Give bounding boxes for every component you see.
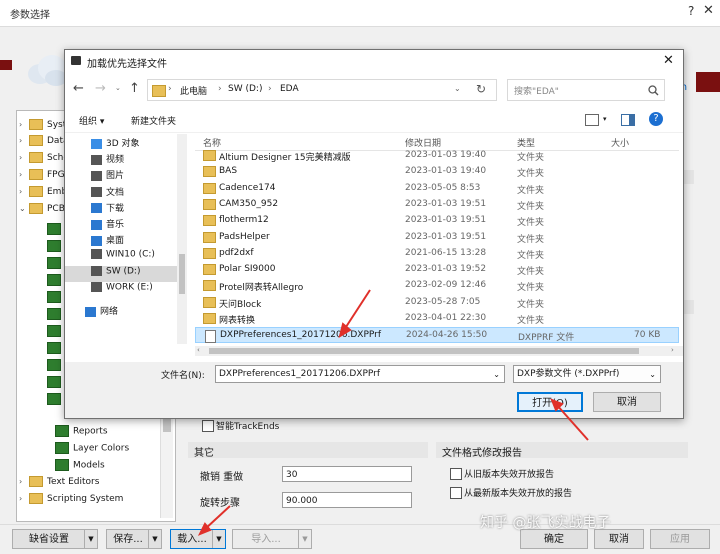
arrow-to-open bbox=[555, 403, 589, 441]
annotation-arrows bbox=[197, 289, 589, 536]
arrow-head bbox=[338, 322, 352, 339]
arrow-to-file bbox=[343, 289, 371, 331]
